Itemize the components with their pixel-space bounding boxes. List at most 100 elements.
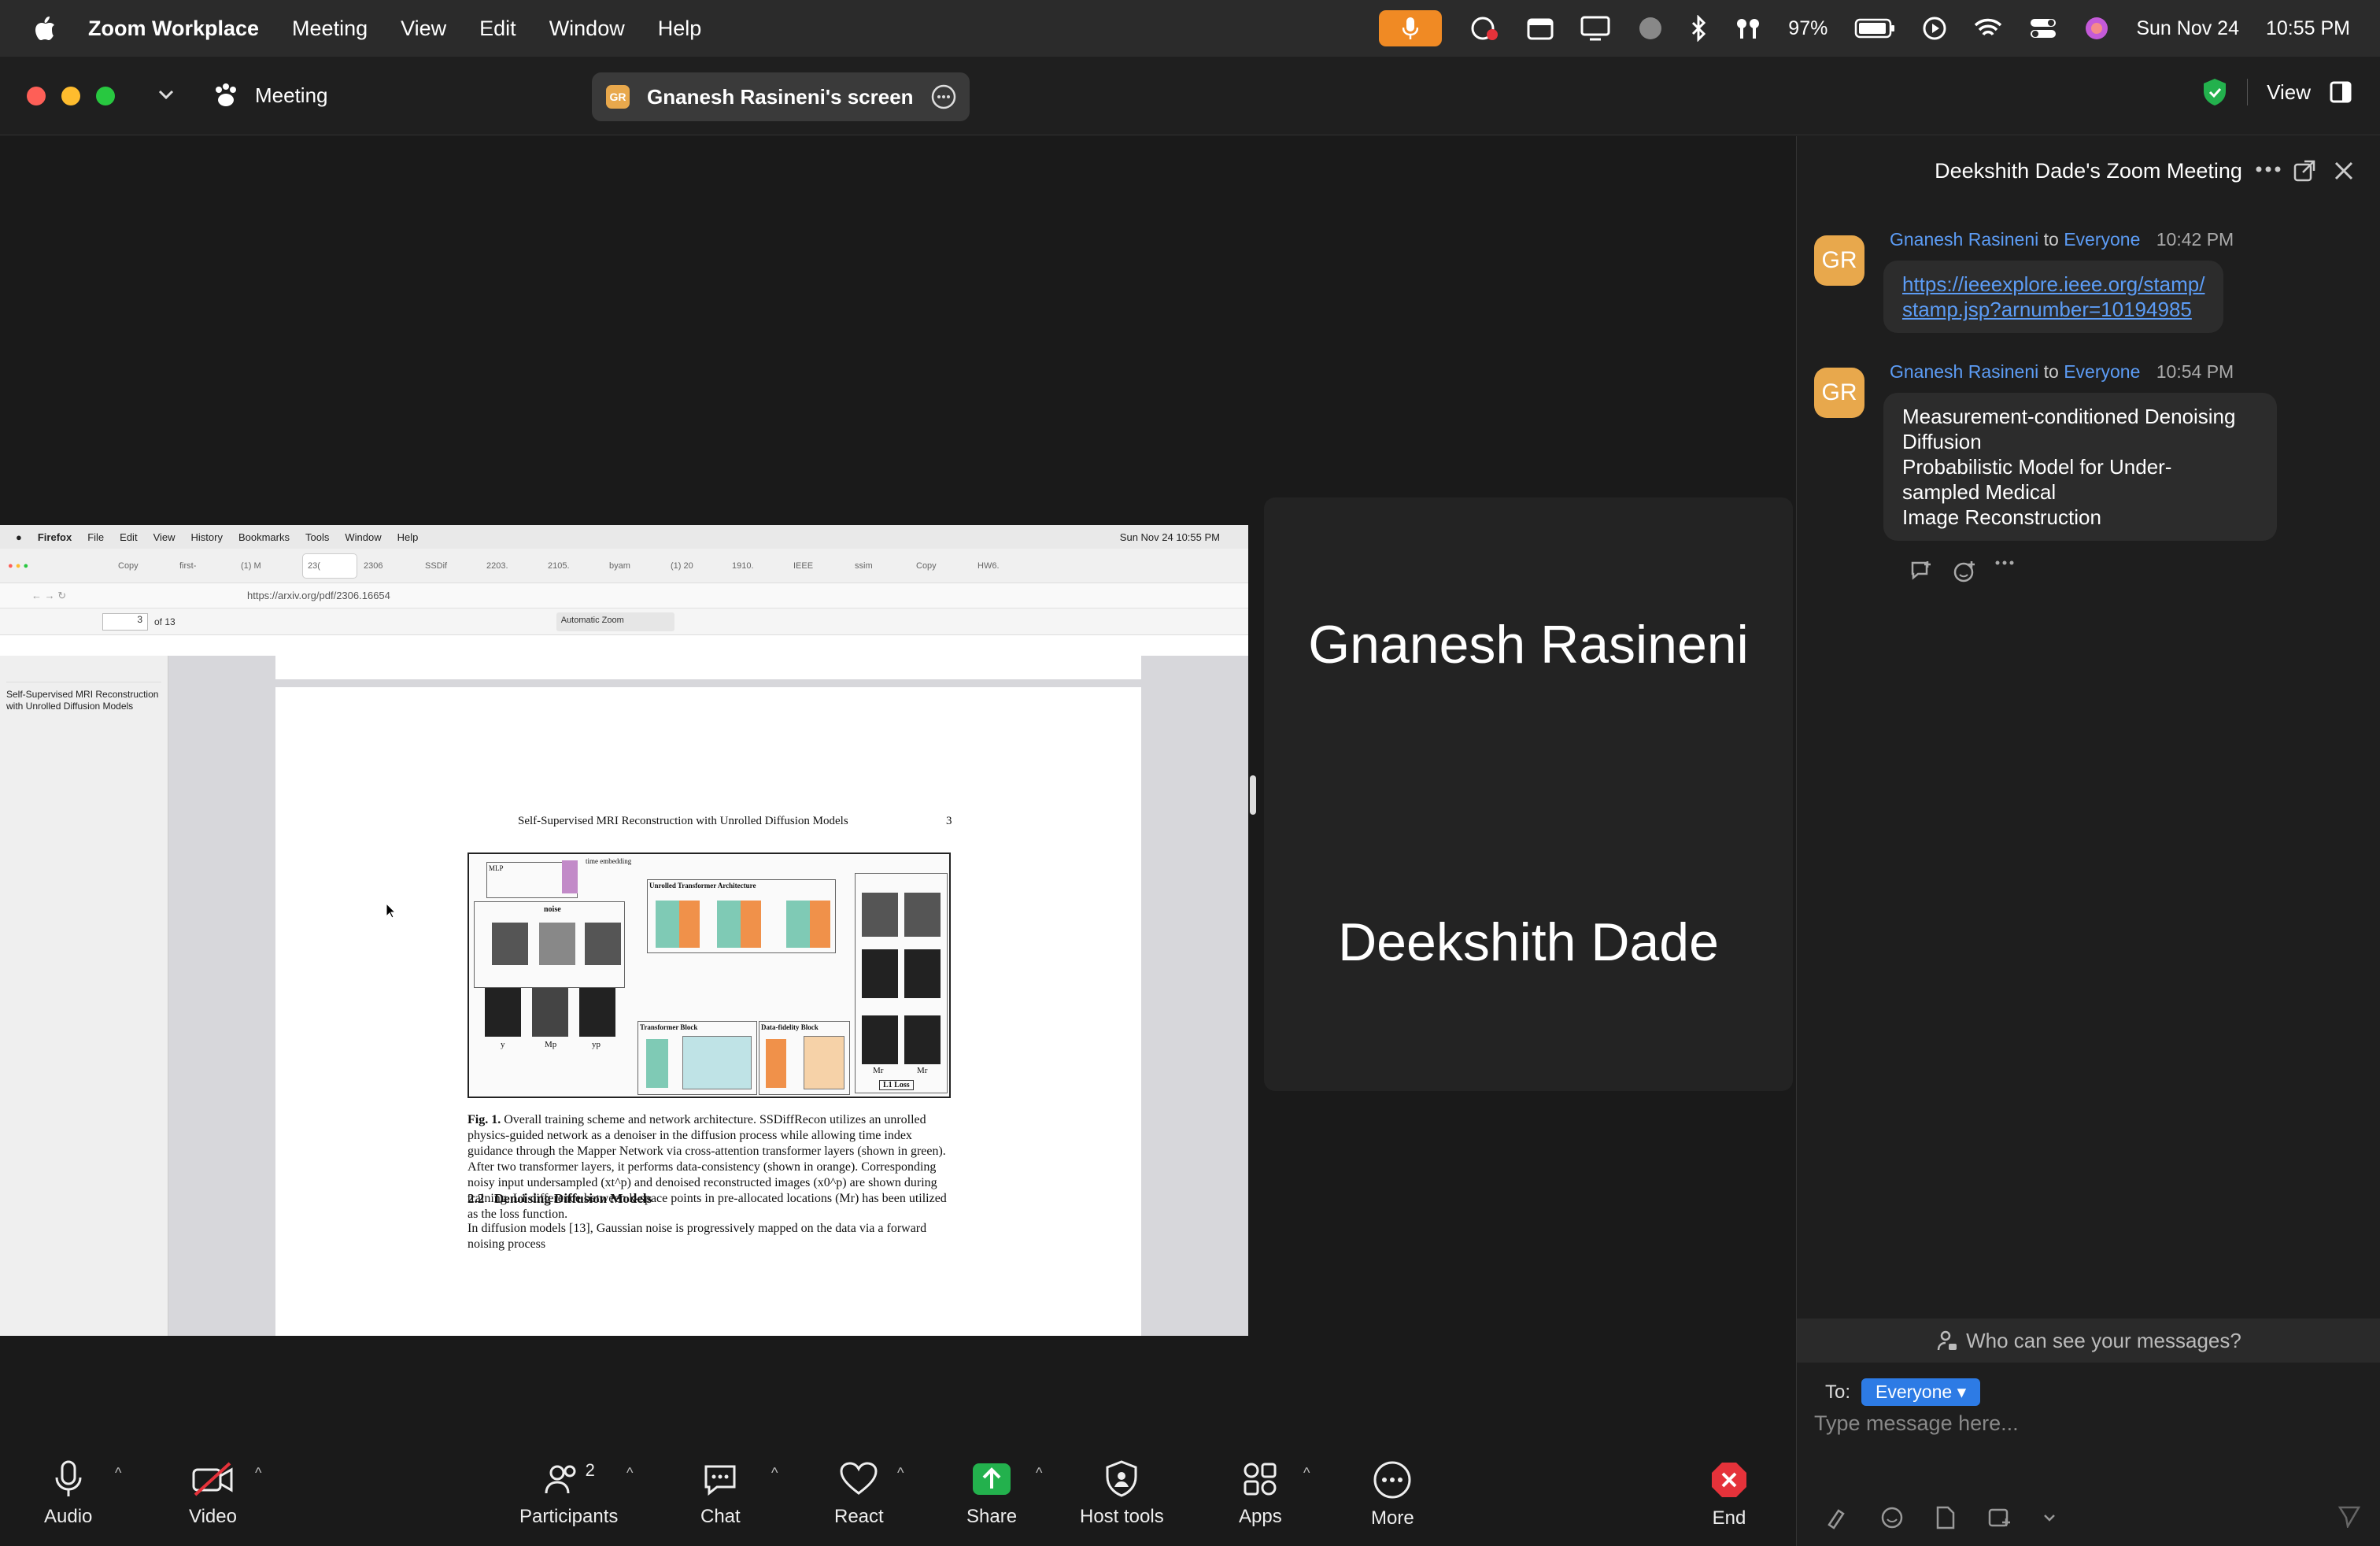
pop-out-icon[interactable]: [2293, 160, 2315, 182]
pdf-sidebar: Self-Supervised MRI Reconstruction with …: [0, 656, 168, 1336]
sender-name[interactable]: Gnanesh Rasineni: [1890, 229, 2038, 250]
screenshot-icon[interactable]: [1987, 1506, 2011, 1529]
ff-tab: 2105.: [548, 560, 570, 571]
fig-dc-detail: [804, 1036, 844, 1089]
react-button[interactable]: React: [834, 1460, 884, 1528]
ff-tab: Copy: [118, 560, 139, 571]
share-button[interactable]: Share: [966, 1460, 1017, 1528]
menu-edit[interactable]: Edit: [479, 17, 516, 41]
message-actions: [1910, 560, 2014, 583]
more-label: More: [1371, 1507, 1414, 1529]
more-options-icon[interactable]: [930, 83, 957, 110]
file-icon[interactable]: [1935, 1506, 1956, 1529]
sender-name[interactable]: Gnanesh Rasineni: [1890, 361, 2038, 382]
airpods-icon[interactable]: [1735, 17, 1761, 40]
menu-app-name[interactable]: Zoom Workplace: [88, 17, 259, 41]
chat-message: GR Gnanesh Rasineni to Everyone 10:42 PM…: [1814, 229, 2365, 347]
menu-view[interactable]: View: [401, 17, 446, 41]
ff-tab-active: 23(: [302, 553, 357, 579]
audio-label: Audio: [44, 1506, 93, 1527]
participants-icon: [545, 1465, 576, 1494]
mouse-cursor-icon: [386, 903, 397, 919]
participants-options-caret[interactable]: ^: [626, 1465, 633, 1481]
control-center-icon[interactable]: [2029, 17, 2057, 40]
pdf-toolbar: 3 of 13 Automatic Zoom: [0, 608, 1248, 635]
chat-options-caret[interactable]: ^: [771, 1465, 778, 1481]
meeting-label[interactable]: Meeting: [255, 83, 328, 108]
fig-transformer-detail: [682, 1036, 752, 1089]
message-input[interactable]: Type message here...: [1814, 1411, 2019, 1436]
video-button[interactable]: Video: [189, 1460, 237, 1528]
participants-button[interactable]: 2 Participants: [519, 1460, 618, 1528]
emoji-icon[interactable]: [1880, 1506, 1904, 1529]
apple-logo-icon[interactable]: [33, 15, 57, 42]
apps-icon: [1244, 1463, 1277, 1496]
end-icon: [1712, 1463, 1746, 1497]
fig-target-image: [904, 893, 941, 937]
fig-dc-layer: [810, 901, 830, 948]
screen-share-pill[interactable]: GR Gnanesh Rasineni's screen: [592, 72, 970, 121]
reply-icon[interactable]: [1910, 560, 1934, 582]
who-can-see-banner[interactable]: Who can see your messages?: [1797, 1319, 2380, 1363]
mic-in-use-icon[interactable]: [1379, 10, 1443, 46]
close-icon[interactable]: [2334, 161, 2353, 180]
menu-help[interactable]: Help: [658, 17, 702, 41]
send-icon[interactable]: [2338, 1504, 2361, 1528]
video-label: Video: [189, 1506, 237, 1527]
shared-screen[interactable]: ● Firefox File Edit View History Bookmar…: [0, 525, 1248, 1336]
menu-meeting[interactable]: Meeting: [292, 17, 368, 41]
share-options-caret[interactable]: ^: [1036, 1465, 1042, 1481]
fig-transformer-layer: [656, 901, 679, 948]
chevron-down-icon[interactable]: [2042, 1506, 2057, 1529]
more-options-icon[interactable]: [1995, 560, 2014, 566]
fig-kspace-yp: [579, 988, 615, 1037]
display-icon[interactable]: [1580, 16, 1610, 41]
chevron-down-icon[interactable]: [157, 88, 175, 101]
message-link[interactable]: stamp.jsp?arnumber=10194985: [1902, 298, 2192, 321]
recipient-dropdown[interactable]: Everyone ▾: [1861, 1378, 1981, 1406]
video-options-caret[interactable]: ^: [255, 1465, 261, 1481]
host-tools-button[interactable]: Host tools: [1080, 1460, 1164, 1528]
ff-tab: (1) 20: [671, 560, 693, 571]
ff-menu-file: File: [87, 531, 105, 543]
menubar-time[interactable]: 10:55 PM: [2266, 17, 2350, 40]
apps-options-caret[interactable]: ^: [1303, 1465, 1310, 1481]
siri-icon[interactable]: [2084, 16, 2109, 41]
share-screen-icon: [973, 1463, 1011, 1495]
minimize-window-button[interactable]: [61, 87, 80, 105]
battery-icon[interactable]: [1854, 18, 1895, 39]
globe-icon[interactable]: [1637, 15, 1664, 42]
fig-dc-layer: [741, 901, 761, 948]
shield-icon: [1106, 1460, 1137, 1497]
resize-handle[interactable]: [1250, 775, 1256, 815]
menubar-date[interactable]: Sun Nov 24: [2136, 17, 2239, 40]
play-icon[interactable]: [1922, 16, 1947, 41]
calendar-icon[interactable]: [1527, 17, 1554, 40]
end-meeting-button[interactable]: End: [1709, 1460, 1749, 1529]
screen-record-icon[interactable]: [1469, 14, 1500, 43]
ff-menubar: ● Firefox File Edit View History Bookmar…: [0, 525, 1248, 549]
message-link[interactable]: https://ieeexplore.ieee.org/stamp/: [1902, 272, 2204, 296]
format-text-icon[interactable]: [1825, 1506, 1849, 1529]
recipient-value: Everyone: [1876, 1381, 1953, 1402]
ff-tab: HW6.: [978, 560, 1000, 571]
react-options-caret[interactable]: ^: [897, 1465, 904, 1481]
apps-button[interactable]: Apps: [1239, 1460, 1282, 1528]
menu-window[interactable]: Window: [549, 17, 625, 41]
chat-button[interactable]: Chat: [700, 1460, 741, 1528]
audio-options-caret[interactable]: ^: [115, 1465, 121, 1481]
close-window-button[interactable]: [27, 87, 46, 105]
fig-transformer-layer: [646, 1039, 668, 1088]
wifi-icon[interactable]: [1974, 17, 2002, 39]
ff-tab: 2203.: [486, 560, 508, 571]
bluetooth-icon[interactable]: [1691, 15, 1708, 42]
audio-button[interactable]: Audio: [44, 1460, 92, 1528]
more-button[interactable]: More: [1371, 1460, 1414, 1529]
view-label[interactable]: View: [2267, 80, 2311, 105]
person-lock-icon: [1937, 1330, 1957, 1351]
more-options-icon[interactable]: [2256, 165, 2281, 174]
zoom-window-button[interactable]: [96, 87, 115, 105]
layout-icon[interactable]: [2330, 81, 2352, 103]
add-reaction-icon[interactable]: [1953, 560, 1976, 583]
encryption-shield-icon[interactable]: [2201, 77, 2228, 107]
